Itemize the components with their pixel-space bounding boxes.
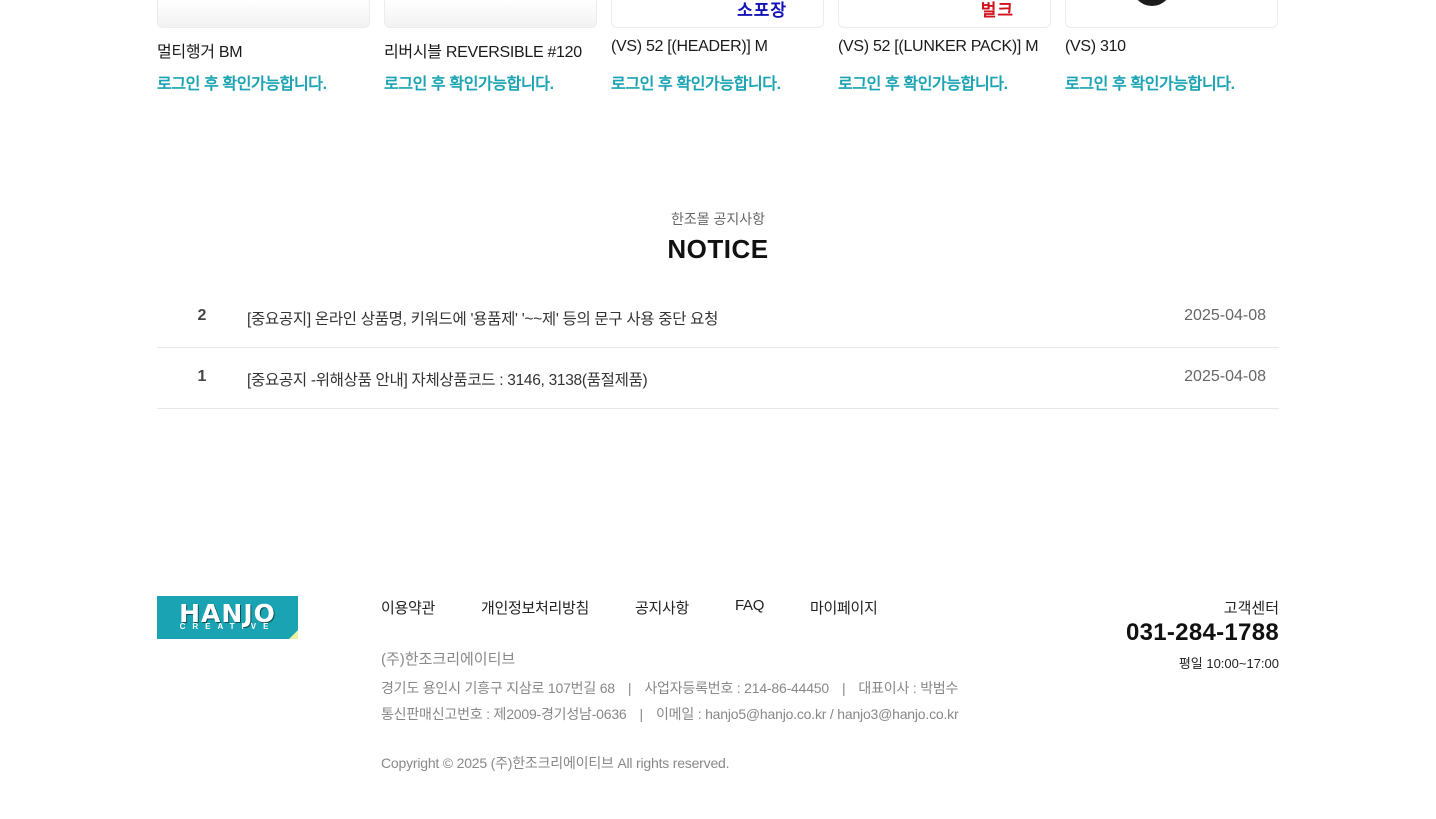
thumbnail-label: 소포장 [737, 1, 787, 20]
notice-row[interactable]: 1 [중요공지 -위해상품 안내] 자체상품코드 : 3146, 3138(품절… [157, 348, 1279, 409]
notice-date: 2025-04-08 [1184, 368, 1266, 385]
product-thumbnail[interactable]: 소포장 [611, 0, 824, 28]
product-thumbnail[interactable] [1065, 0, 1278, 28]
product-thumbnail[interactable] [384, 0, 597, 28]
product-price-note: 로그인 후 확인가능합니다. [838, 76, 1008, 93]
product-price-note: 로그인 후 확인가능합니다. [384, 76, 554, 93]
customer-center-hours: 평일 10:00~17:00 [1178, 656, 1279, 671]
footer-link-mypage[interactable]: 마이페이지 [810, 597, 878, 618]
notice-number: 2 [197, 307, 207, 324]
product-name[interactable]: (VS) 310 [1065, 38, 1126, 56]
footer-link-faq[interactable]: FAQ [735, 597, 764, 614]
business-registration-number: 사업자등록번호 : 214-86-44450 [644, 680, 829, 696]
footer-link-privacy[interactable]: 개인정보처리방침 [481, 597, 589, 618]
notice-row[interactable]: 2 [중요공지] 온라인 상품명, 키워드에 '용품제' '~~제' 등의 문구… [157, 287, 1279, 348]
notice-list: 2 [중요공지] 온라인 상품명, 키워드에 '용품제' '~~제' 등의 문구… [157, 287, 1279, 409]
notice-subject-link[interactable]: [중요공지] 온라인 상품명, 키워드에 '용품제' '~~제' 등의 문구 사… [247, 307, 718, 329]
customer-center-label: 고객센터 [1223, 600, 1279, 617]
logo-subtext: CREATIVE [179, 622, 276, 631]
mail-order-registration: 통신판매신고번호 : 제2009-경기성남-0636 [381, 706, 627, 722]
footer-logo[interactable]: HANJO CREATIVE [157, 596, 298, 639]
notice-number: 1 [197, 368, 207, 385]
company-name: (주)한조크리에이티브 [381, 651, 516, 668]
product-price-note: 로그인 후 확인가능합니다. [611, 76, 781, 93]
info-separator: | [627, 680, 632, 696]
product-price-note: 로그인 후 확인가능합니다. [157, 76, 327, 93]
thumbnail-label: 벌크 [980, 1, 1014, 20]
notice-title: NOTICE [667, 234, 769, 264]
product-name[interactable]: 멀티행거 BM [157, 38, 243, 62]
product-name[interactable]: (VS) 52 [(HEADER)] M [611, 38, 768, 56]
product-image-shape [1132, 0, 1172, 6]
notice-subject-link[interactable]: [중요공지 -위해상품 안내] 자체상품코드 : 3146, 3138(품절제품… [247, 368, 648, 390]
ceo-name: 대표이사 : 박범수 [858, 680, 959, 696]
company-info-line-1: 경기도 용인시 기흥구 지삼로 107번길 68 | 사업자등록번호 : 214-8… [381, 678, 958, 698]
product-name[interactable]: 리버시블 REVERSIBLE #120 [384, 38, 582, 62]
footer-link-terms[interactable]: 이용약관 [381, 597, 435, 618]
product-list: 멀티행거 BM 로그인 후 확인가능합니다. 리버시블 REVERSIBLE #… [157, 0, 1279, 100]
notice-date: 2025-04-08 [1184, 307, 1266, 324]
company-email: 이메일 : hanjo5@hanjo.co.kr / hanjo3@hanjo.… [655, 706, 959, 722]
info-separator: | [841, 680, 846, 696]
info-separator: | [639, 706, 644, 722]
footer-link-notice[interactable]: 공지사항 [635, 597, 689, 618]
company-address: 경기도 용인시 기흥구 지삼로 107번길 68 [381, 680, 615, 696]
notice-subtitle: 한조몰 공지사항 [670, 211, 766, 227]
product-thumbnail[interactable] [157, 0, 370, 28]
product-price-note: 로그인 후 확인가능합니다. [1065, 76, 1235, 93]
copyright: Copyright © 2025 (주)한조크리에이티브 All rights … [381, 755, 730, 771]
customer-center-phone[interactable]: 031-284-1788 [1126, 619, 1279, 647]
company-info-line-2: 통신판매신고번호 : 제2009-경기성남-0636 | 이메일 : hanjo5@… [381, 704, 959, 724]
product-thumbnail[interactable]: 벌크 [838, 0, 1051, 28]
logo-corner-accent [289, 630, 298, 639]
product-name[interactable]: (VS) 52 [(LUNKER PACK)] M [838, 38, 1039, 56]
